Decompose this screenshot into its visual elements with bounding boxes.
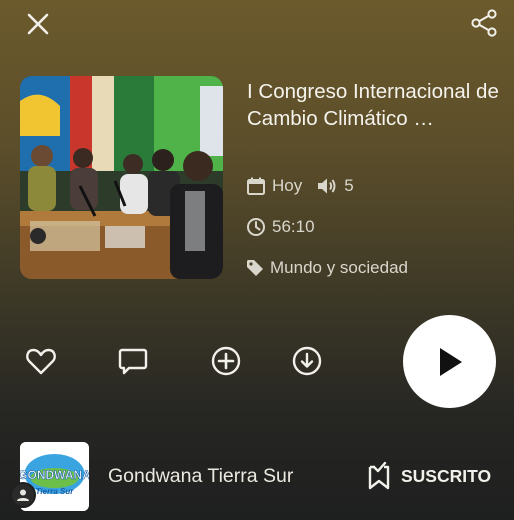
episode-category-row[interactable]: Mundo y sociedad [246,258,408,278]
avatar[interactable] [10,482,36,508]
like-button[interactable] [23,343,59,379]
channel-logo-subtext: Tierra Sur [36,487,75,496]
episode-duration-row: 56:10 [246,217,315,237]
subscribed-button[interactable]: SUSCRITO [365,460,491,492]
episode-cover-image [20,76,223,279]
close-icon [27,13,49,35]
bookmark-check-icon [368,461,390,490]
close-button[interactable] [20,6,56,42]
volume-icon [318,178,336,194]
download-button[interactable] [289,343,325,379]
share-button[interactable] [466,5,502,41]
calendar-icon [247,177,265,195]
download-icon [292,346,322,376]
episode-title: I Congreso Internacional de Cambio Climá… [247,80,499,130]
episode-duration: 56:10 [272,217,315,236]
episode-meta-row: Hoy 5 [246,176,354,196]
play-button[interactable] [403,315,496,408]
add-to-list-button[interactable] [208,343,244,379]
comment-icon [118,348,148,375]
episode-plays: 5 [344,176,354,195]
share-icon [471,9,497,37]
episode-date: Hoy [272,176,303,195]
clock-icon [247,218,265,236]
play-icon [439,347,462,376]
comment-button[interactable] [115,343,151,379]
episode-category: Mundo y sociedad [270,258,408,277]
channel-logo-text: GONDWANA [20,468,89,482]
channel-name[interactable]: Gondwana Tierra Sur [108,465,293,488]
plus-circle-icon [211,346,241,376]
tag-icon [247,260,263,276]
heart-icon [26,348,56,375]
subscribed-label: SUSCRITO [401,465,492,486]
user-icon [17,489,29,501]
